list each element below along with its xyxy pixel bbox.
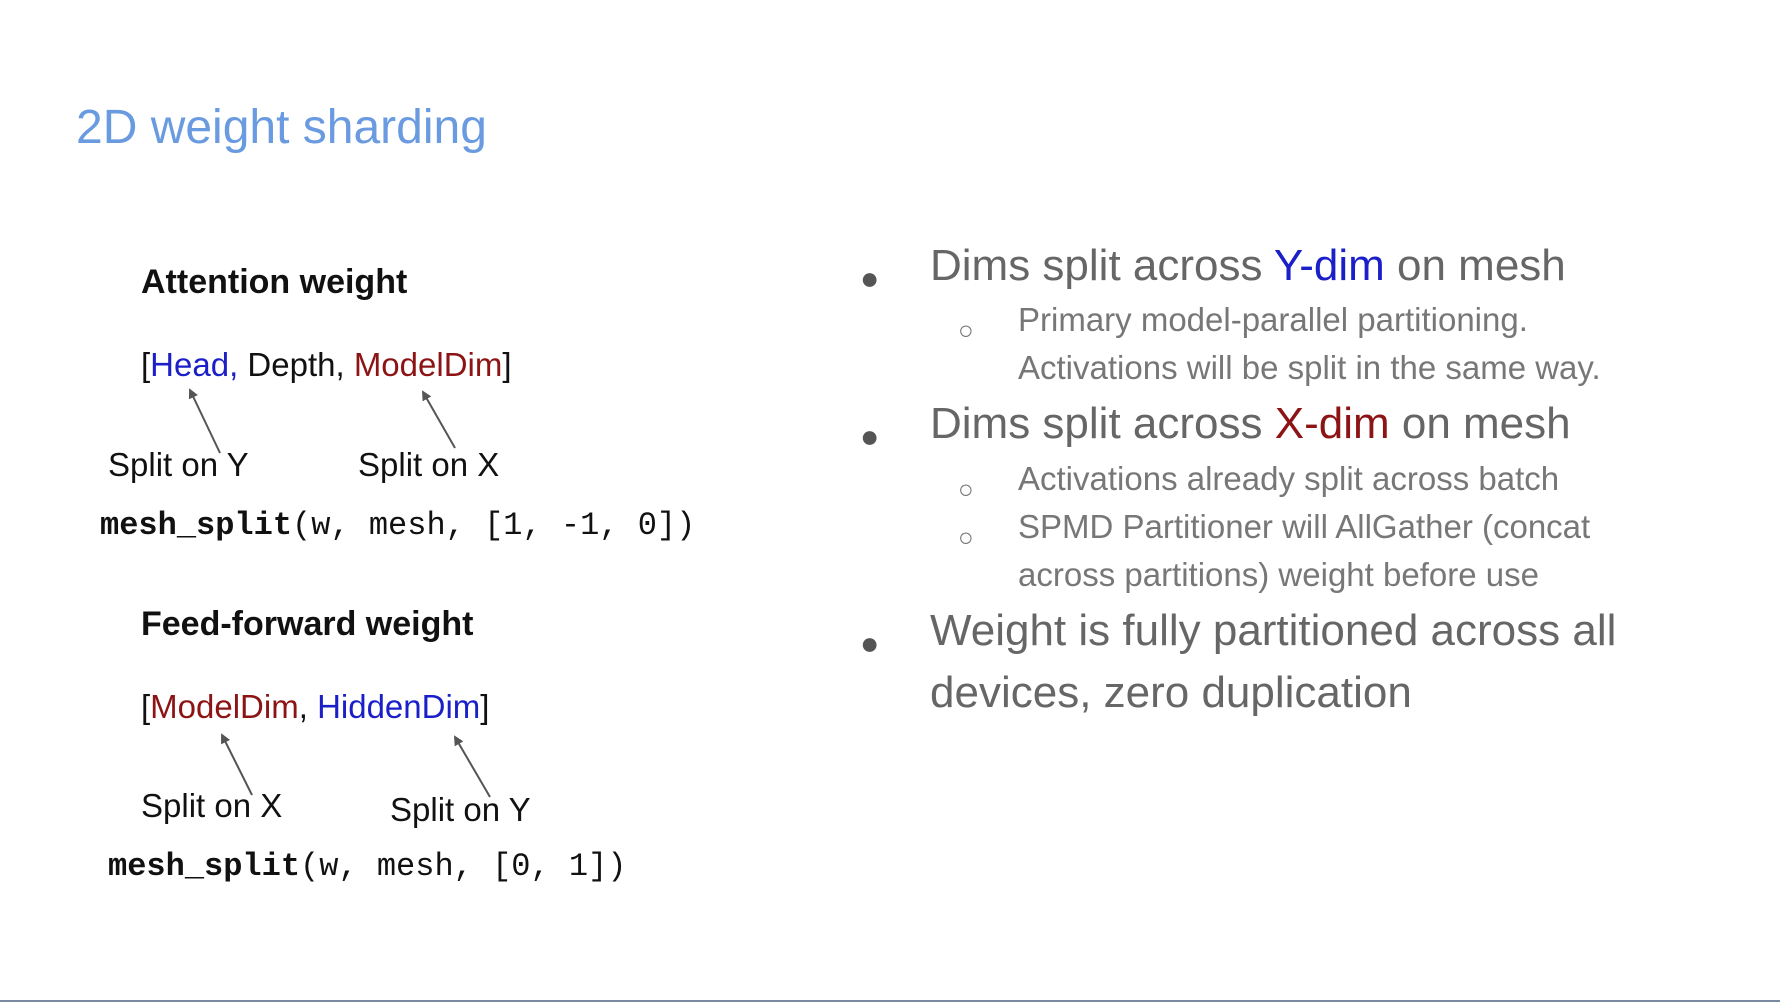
sub-bullet-primary-text: Primary model-parallel partitioning. Act…: [1018, 301, 1601, 386]
attention-open-bracket: [: [141, 346, 151, 383]
feedforward-split-left: Split on X: [141, 787, 283, 824]
feedforward-sep: ,: [298, 688, 318, 725]
bullet-x-dim-text: Dims split across X-dim on mesh: [930, 393, 1650, 455]
bullet-x-dim-pre: Dims split across: [930, 399, 1275, 448]
attention-heading: Attention weight: [141, 263, 408, 301]
bullet-y-dim: ● Dims split across Y-dim on mesh: [860, 235, 1660, 297]
feedforward-dim-modeldim: ModelDim: [150, 688, 299, 725]
bullet-x-dim: ● Dims split across X-dim on mesh: [860, 393, 1660, 455]
feedforward-open-bracket: [: [141, 688, 151, 725]
bullet-fully-partitioned: ● Weight is fully partitioned across all…: [860, 600, 1660, 724]
attention-dim-modeldim: ModelDim: [353, 346, 503, 383]
arrow-feedforward-modeldim: [221, 733, 253, 796]
bullet-x-dim-post: on mesh: [1389, 399, 1571, 448]
feedforward-code-args: (w, mesh, [0, 1]): [300, 848, 627, 885]
sub-bullet-activations: ○ Activations already split across batch: [958, 455, 1678, 504]
feedforward-dim-hiddendim: HiddenDim: [317, 688, 481, 725]
bullet-y-dim-pre: Dims split across: [930, 241, 1274, 290]
arrow-attention-modeldim: [422, 390, 456, 449]
bullet-x-dim-highlight: X-dim: [1274, 399, 1390, 448]
bullet-dot: ●: [860, 260, 880, 296]
sub-bullet-primary: ○ Primary model-parallel partitioning. A…: [958, 296, 1678, 392]
arrow-feedforward-hiddendim: [453, 735, 491, 798]
attention-split-left: Split on Y: [108, 446, 249, 483]
attention-split-right: Split on X: [358, 446, 500, 483]
bullet-y-dim-text: Dims split across Y-dim on mesh: [930, 235, 1650, 297]
arrow-attention-head: [188, 388, 221, 454]
attention-dims: [Head, Depth, ModelDim]: [141, 346, 512, 384]
attention-dim-depth: Depth,: [238, 346, 354, 383]
attention-code-fn: mesh_split: [100, 507, 293, 544]
bullet-fully-partitioned-text: Weight is fully partitioned across all d…: [930, 606, 1617, 717]
slide: 2D weight sharding Attention weight [Hea…: [0, 0, 1780, 1002]
attention-dim-head: Head,: [150, 346, 239, 383]
bullet-y-dim-post: on mesh: [1384, 241, 1566, 290]
sub-bullet-dot: ○: [958, 522, 974, 552]
sub-bullet-allgather: ○ SPMD Partitioner will AllGather (conca…: [958, 503, 1678, 599]
sub-bullet-activations-text: Activations already split across batch: [1018, 460, 1560, 497]
bullet-dot: ●: [860, 625, 880, 661]
slide-title: 2D weight sharding: [76, 101, 487, 154]
bullet-y-dim-highlight: Y-dim: [1273, 241, 1385, 290]
sub-bullet-allgather-text: SPMD Partitioner will AllGather (concat …: [1018, 508, 1591, 593]
feedforward-code: mesh_split(w, mesh, [0, 1]): [108, 848, 626, 885]
feedforward-code-fn: mesh_split: [108, 848, 301, 885]
attention-code-args: (w, mesh, [1, -1, 0]): [292, 507, 696, 544]
sub-bullet-dot: ○: [958, 315, 974, 345]
feedforward-dims: [ModelDim, HiddenDim]: [141, 688, 489, 726]
bullet-dot: ●: [860, 418, 880, 454]
feedforward-heading: Feed-forward weight: [141, 605, 474, 643]
attention-code: mesh_split(w, mesh, [1, -1, 0]): [100, 507, 695, 544]
feedforward-close-bracket: ]: [480, 688, 490, 725]
feedforward-split-right: Split on Y: [390, 791, 531, 828]
attention-close-bracket: ]: [502, 346, 512, 383]
